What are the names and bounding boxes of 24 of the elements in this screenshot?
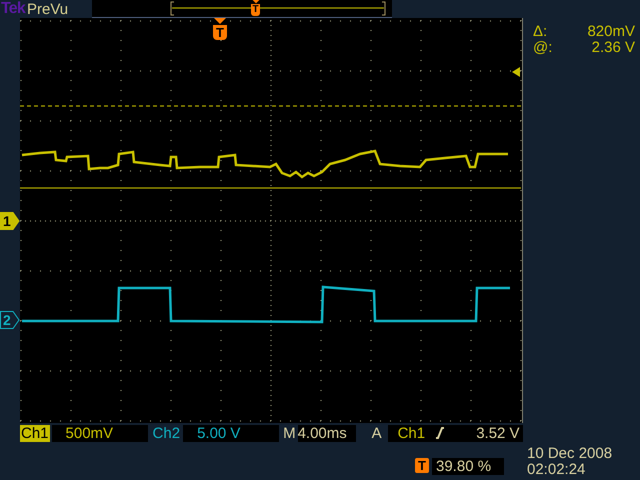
channel-label[interactable]: Ch2 xyxy=(152,424,182,442)
cursor-value: 2.36 V xyxy=(590,40,635,56)
acquisition-mode: PreVu xyxy=(26,2,68,16)
date-text: 10 Dec 2008 xyxy=(527,446,612,462)
channel-marker[interactable]: 1 xyxy=(0,212,20,230)
channel-scale: 5.00 V xyxy=(183,424,280,442)
timebase-label: M xyxy=(283,424,296,442)
trigger-level: 3.52 V xyxy=(476,424,520,442)
trigger-position-icon: T xyxy=(415,458,429,473)
channel-label[interactable]: Ch1 xyxy=(20,424,50,442)
timebase-value: 4.00ms xyxy=(298,424,356,442)
cursor-label: Δ: xyxy=(533,24,548,40)
trigger-position-value: 39.80 % xyxy=(432,458,504,475)
trigger-source: Ch1 xyxy=(398,424,426,442)
time-text: 02:02:24 xyxy=(527,462,586,478)
trigger-position-icon: T xyxy=(251,4,260,16)
trigger-level-icon xyxy=(512,67,520,77)
trigger-mode: A xyxy=(372,424,383,442)
rising-edge-icon xyxy=(435,427,446,439)
brand-logo: Tek xyxy=(1,1,25,17)
channel-marker[interactable]: 2 xyxy=(0,311,20,329)
cursor-label: @: xyxy=(533,40,554,56)
cursor-value: 820mV xyxy=(586,24,635,40)
channel-scale: 500mV xyxy=(52,424,148,442)
